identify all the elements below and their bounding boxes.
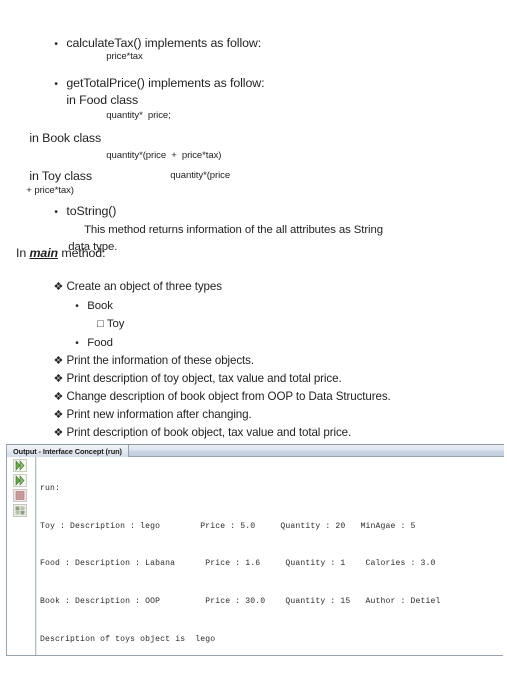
output-gutter-separator <box>35 457 37 655</box>
console-line: Description of toys object is lego <box>40 634 216 644</box>
doc-line-tostring-desc-1: This method returns information of the a… <box>72 209 383 251</box>
run-again-icon[interactable] <box>13 459 27 472</box>
doc-line-in-book-class: in Book class <box>16 117 101 159</box>
doc-line-in-main-method: In main method: <box>16 246 106 260</box>
doc-line-text: This method returns information of the a… <box>84 224 383 236</box>
doc-line-text: in Book class <box>29 131 102 145</box>
main-prefix: In <box>16 246 30 260</box>
stop-process-icon[interactable] <box>13 489 27 502</box>
doc-line-toy-formula-part1: quantity*(price <box>160 158 230 194</box>
console-line: Food : Description : Labana Price : 1.6 … <box>40 559 436 569</box>
main-suffix: method: <box>58 246 106 260</box>
assignment-document: • calculateTax() implements as follow: pr… <box>0 0 507 457</box>
output-toolbar <box>9 459 31 649</box>
console-line: Toy : Description : lego Price : 5.0 Qua… <box>40 521 416 531</box>
console-line: Book : Description : OOP Price : 30.0 Qu… <box>40 597 441 607</box>
bullet-dot-icon: • <box>54 39 58 50</box>
doc-line-calculate-tax: • calculateTax() implements as follow: <box>41 22 261 66</box>
doc-line-food-formula: quantity* price; <box>96 98 171 134</box>
bullet-dot-icon: • <box>54 207 58 218</box>
run-again-icon[interactable] <box>13 474 27 487</box>
console-line: run: <box>40 484 61 494</box>
output-tab-label: Output - Interface Concept (run) <box>13 447 122 456</box>
doc-line-text: price*tax <box>106 51 143 62</box>
output-window-body: run: Toy : Description : lego Price : 5.… <box>7 457 504 655</box>
output-window-tabbar: Output - Interface Concept (run) <box>7 444 504 458</box>
output-console-text[interactable]: run: Toy : Description : lego Price : 5.… <box>40 458 504 654</box>
clear-output-icon[interactable] <box>13 504 27 517</box>
main-keyword: main <box>29 246 59 260</box>
doc-line-text: quantity*(price <box>170 170 231 181</box>
doc-line-text: quantity* price; <box>106 110 171 121</box>
output-window: Output - Interface Concept (run) run: To… <box>6 444 504 656</box>
